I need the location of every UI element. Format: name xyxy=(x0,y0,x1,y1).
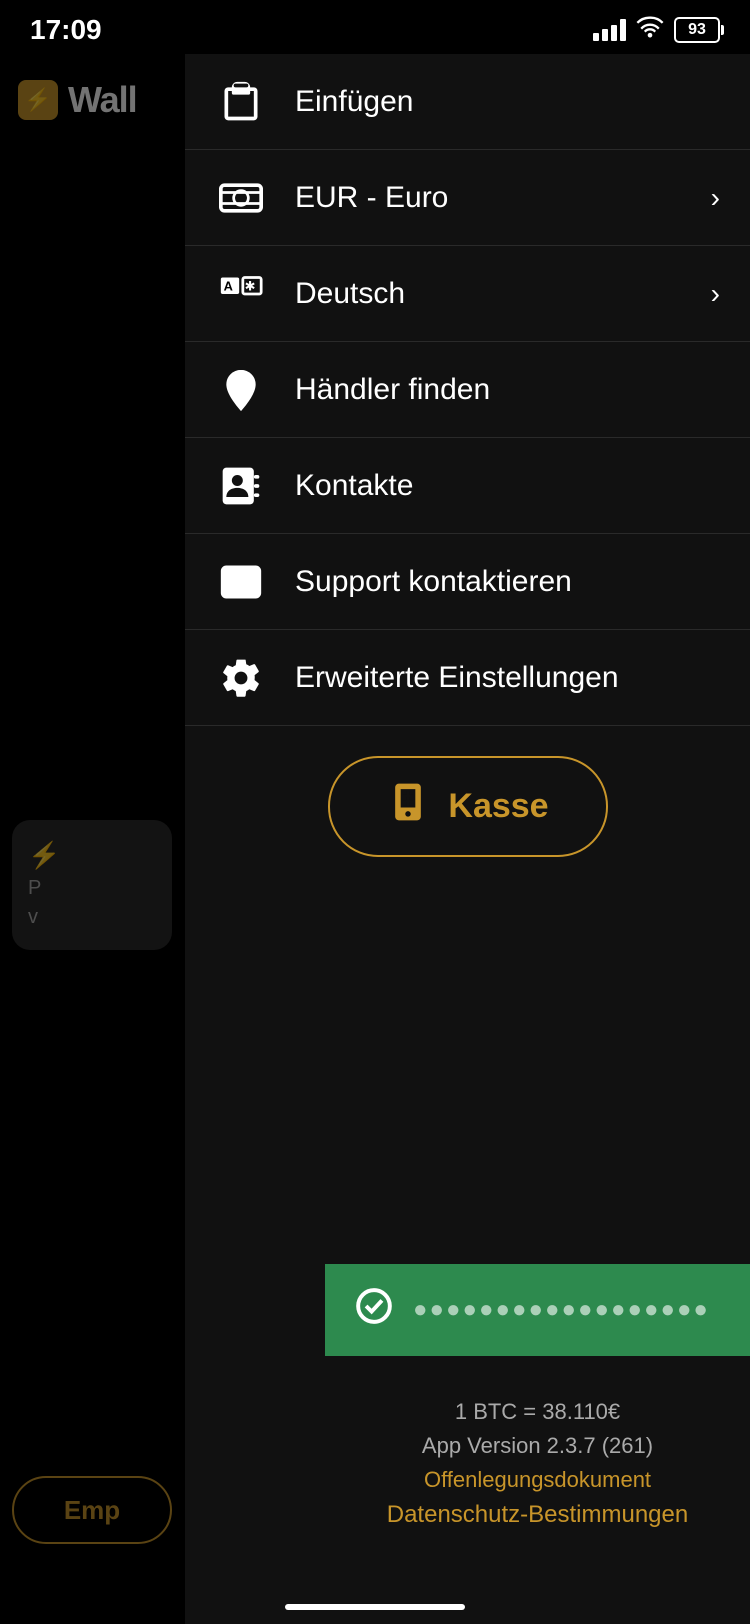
status-time: 17:09 xyxy=(30,14,102,46)
mail-icon xyxy=(215,556,267,608)
menu-item-kontakte[interactable]: Kontakte xyxy=(185,438,750,534)
kasse-section: Kasse xyxy=(185,726,750,867)
language-icon: A ✱ xyxy=(215,268,267,320)
home-indicator xyxy=(285,1604,465,1610)
currency-icon xyxy=(215,172,267,224)
menu-item-haendler[interactable]: Händler finden xyxy=(185,342,750,438)
menu-item-eur[interactable]: EUR - Euro › xyxy=(185,150,750,246)
menu-label-eur: EUR - Euro xyxy=(295,181,683,215)
kasse-button-label: Kasse xyxy=(448,787,548,826)
menu-label-deutsch: Deutsch xyxy=(295,277,683,311)
menu-label-einstellungen: Erweiterte Einstellungen xyxy=(295,661,720,695)
kasse-pos-icon xyxy=(386,780,430,833)
btc-rate: 1 BTC = 38.110€ xyxy=(455,1399,620,1425)
signal-icon xyxy=(593,19,626,41)
check-icon xyxy=(355,1287,393,1334)
privacy-link[interactable]: Datenschutz-Bestimmungen xyxy=(387,1501,688,1529)
menu-item-support[interactable]: Support kontaktieren xyxy=(185,534,750,630)
menu-item-einfuegen[interactable]: Einfügen xyxy=(185,54,750,150)
contacts-icon xyxy=(215,460,267,512)
paste-icon xyxy=(215,76,267,128)
eur-chevron-icon: › xyxy=(711,182,720,214)
status-icons: 93 xyxy=(593,16,720,44)
menu-label-support: Support kontaktieren xyxy=(295,565,720,599)
wifi-icon xyxy=(636,16,664,44)
menu-item-einstellungen[interactable]: Erweiterte Einstellungen xyxy=(185,630,750,726)
kasse-button[interactable]: Kasse xyxy=(328,756,608,857)
green-banner: ●●●●●●●●●●●●●●●●●● xyxy=(325,1264,750,1356)
green-banner-text: ●●●●●●●●●●●●●●●●●● xyxy=(413,1296,710,1324)
svg-text:A: A xyxy=(224,278,233,293)
location-icon xyxy=(215,364,267,416)
menu-panel: Einfügen EUR - Euro › A ✱ Deutsch › xyxy=(185,54,750,1624)
menu-item-deutsch[interactable]: A ✱ Deutsch › xyxy=(185,246,750,342)
menu-label-einfuegen: Einfügen xyxy=(295,85,720,119)
menu-label-kontakte: Kontakte xyxy=(295,469,720,503)
status-bar: 17:09 93 xyxy=(0,0,750,54)
battery-icon: 93 xyxy=(674,17,720,43)
app-version: App Version 2.3.7 (261) xyxy=(422,1433,653,1459)
settings-icon xyxy=(215,652,267,704)
disclosure-link[interactable]: Offenlegungsdokument xyxy=(424,1467,651,1493)
bottom-info: 1 BTC = 38.110€ App Version 2.3.7 (261) … xyxy=(325,1379,750,1539)
svg-text:✱: ✱ xyxy=(245,278,256,293)
deutsch-chevron-icon: › xyxy=(711,278,720,310)
menu-label-haendler: Händler finden xyxy=(295,373,720,407)
